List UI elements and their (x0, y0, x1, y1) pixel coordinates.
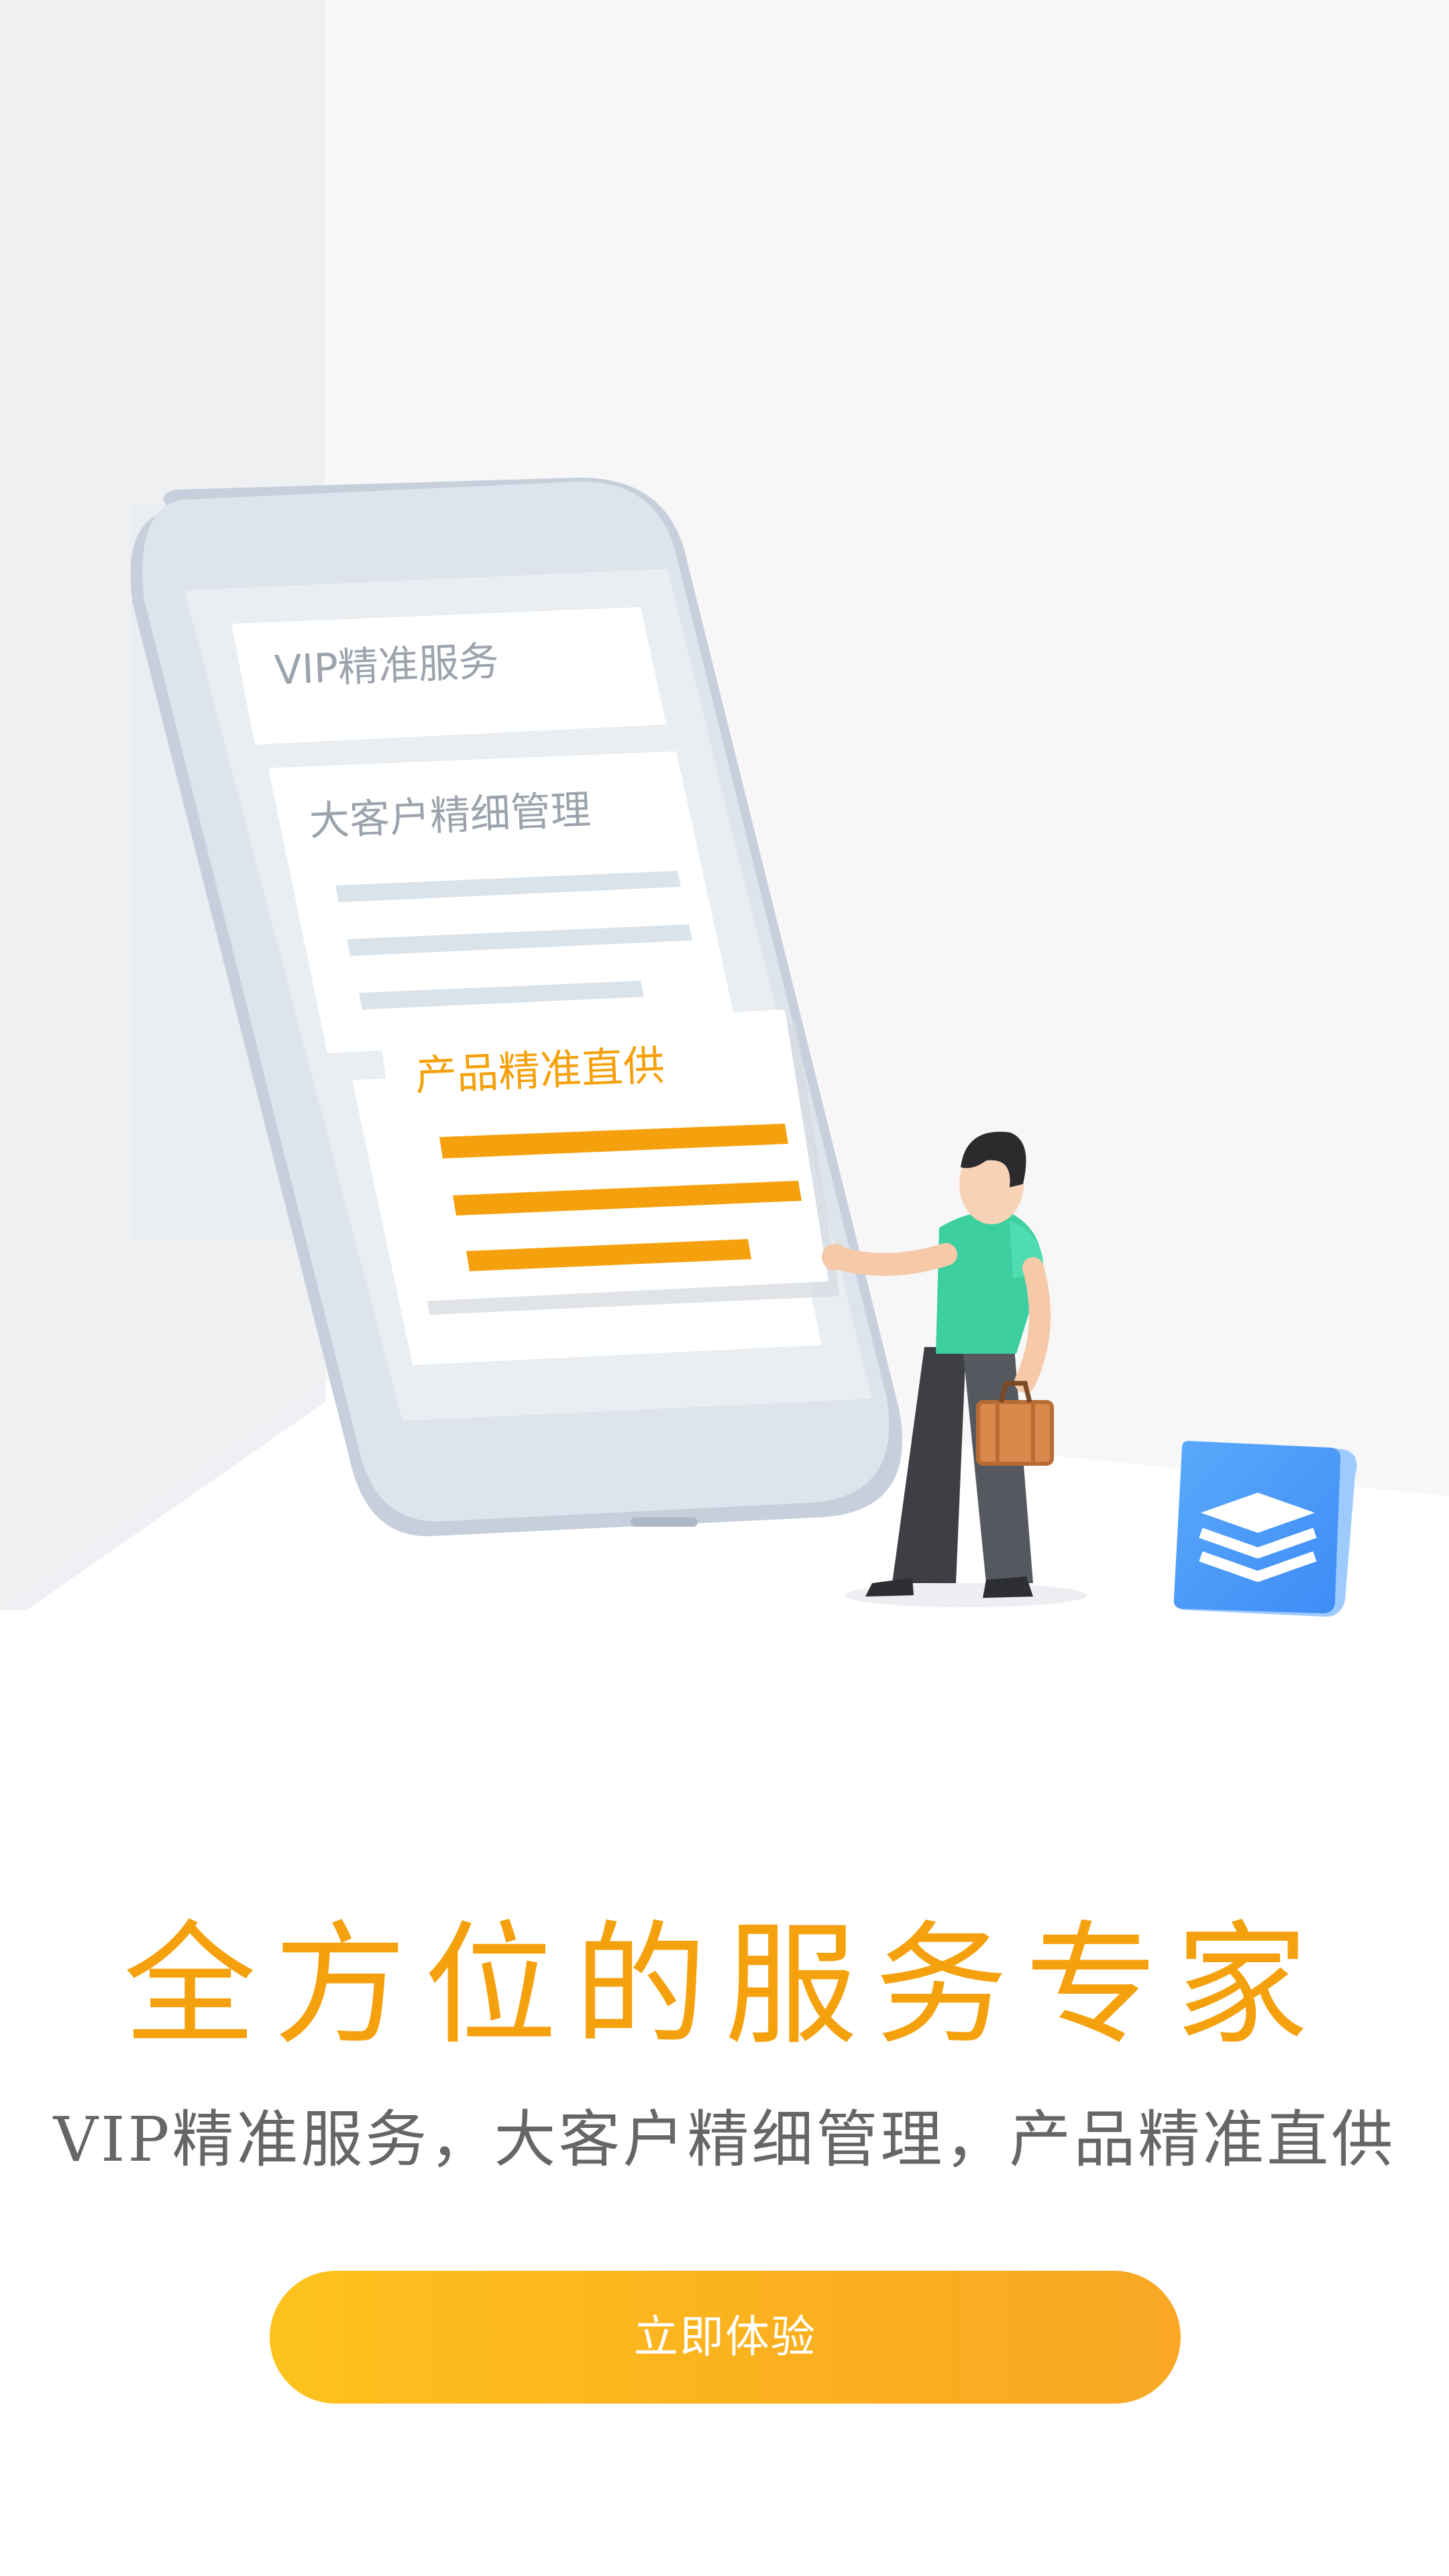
card-product-label: 产品精准直供 (415, 1040, 666, 1100)
page-title: 全方位的服务专家 (123, 1908, 1326, 2063)
page-subtitle: VIP精准服务，大客户精细管理，产品精准直供 (53, 2104, 1396, 2176)
try-now-button[interactable]: 立即体验 (270, 2271, 1181, 2404)
layers-icon (1173, 1441, 1357, 1617)
onboarding-page: VIP精准服务 大客户精细管理 产品精准直供 全方位的服务专家 VIP精准服务，… (0, 0, 1449, 2576)
card-product: 产品精准直供 (379, 1010, 840, 1315)
card-vip-service: VIP精准服务 (231, 607, 666, 745)
card-bigclient: 大客户精细管理 (268, 751, 738, 1053)
hero-illustration: VIP精准服务 大客户精细管理 产品精准直供 (0, 0, 1449, 1650)
card-vip-label: VIP精准服务 (274, 638, 500, 694)
